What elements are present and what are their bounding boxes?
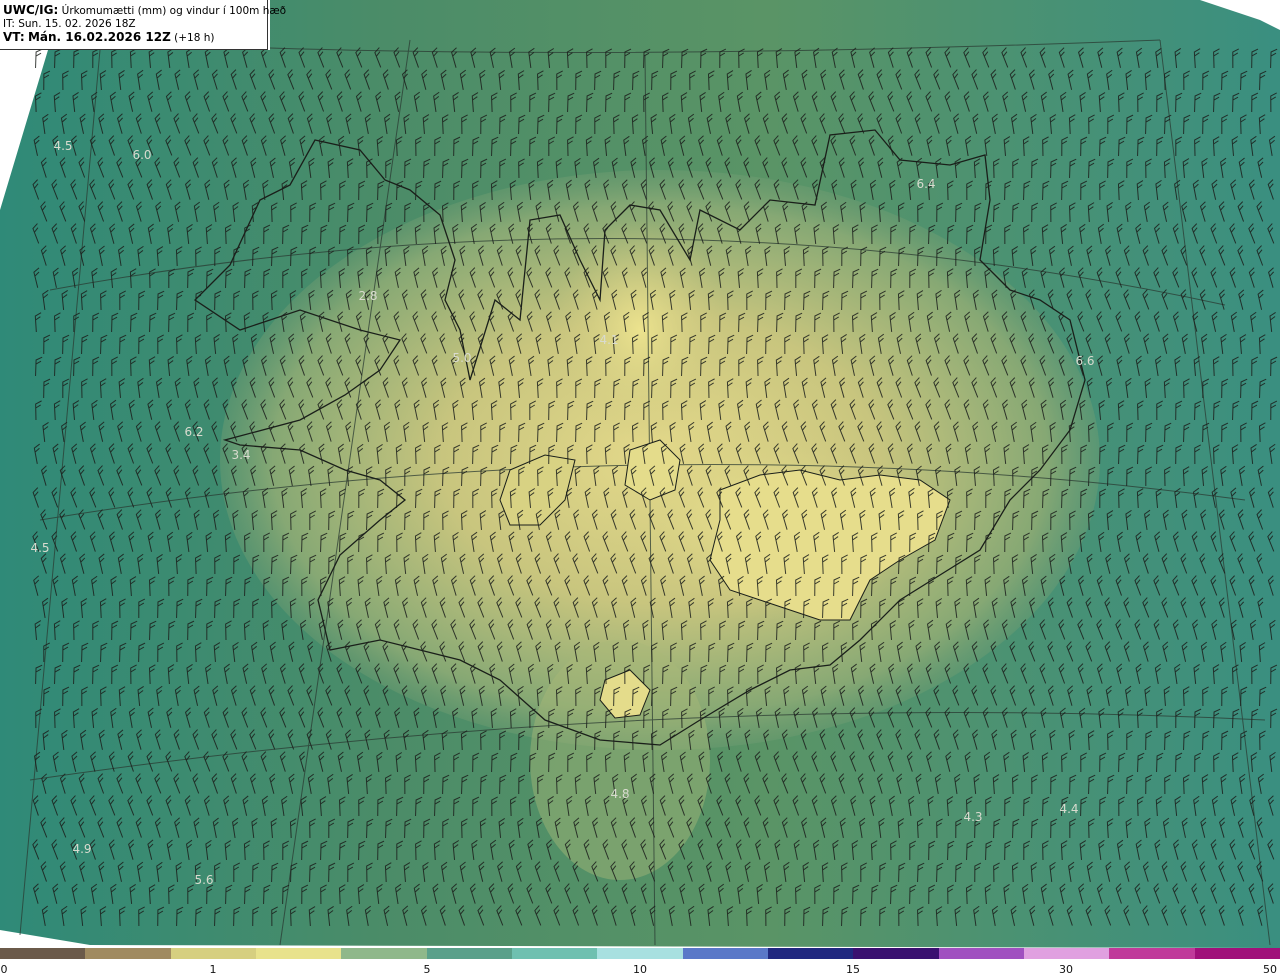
value-label: 6.2 [184, 425, 204, 439]
colorbar [0, 948, 1280, 959]
value-label: 4.9 [72, 842, 92, 856]
value-label: 4.3 [963, 810, 983, 824]
map-area[interactable]: UWC/IG: Úrkomumætti (mm) og vindur í 100… [0, 0, 1280, 948]
value-label: 6.0 [132, 148, 152, 162]
colorbar-ticks: 0 1 5 10 15 30 50 [0, 960, 1280, 978]
colorbar-segment [255, 948, 342, 959]
value-label: 3.4 [231, 448, 251, 462]
value-label: 4.8 [610, 787, 630, 801]
colorbar-tick: 30 [1059, 963, 1073, 976]
colorbar-segment [853, 948, 939, 959]
colorbar-tick: 5 [423, 963, 431, 976]
colorbar-segment [170, 948, 256, 959]
colorbar-segment [1023, 948, 1110, 959]
vt-prefix: VT: [3, 30, 25, 44]
colorbar-segment [85, 948, 171, 959]
colorbar-tick: 15 [846, 963, 860, 976]
value-label: 4.1 [599, 333, 619, 347]
value-label: 5.0 [452, 351, 472, 365]
colorbar-segment [341, 948, 427, 959]
colorbar-segment [938, 948, 1024, 959]
colorbar-segment [597, 948, 683, 959]
colorbar-tick: 10 [633, 963, 647, 976]
valid-time: Mán. 16.02.2026 12Z [27, 30, 171, 44]
value-label: 4.4 [1059, 802, 1079, 816]
map-canvas [0, 0, 1280, 948]
colorbar-segment [767, 948, 854, 959]
colorbar-tick: 1 [209, 963, 217, 976]
colorbar-segment [1194, 948, 1280, 959]
colorbar-segment [426, 948, 512, 959]
title-box: UWC/IG: Úrkomumætti (mm) og vindur í 100… [0, 0, 286, 50]
colorbar-segment [1109, 948, 1195, 959]
value-label: 6.4 [916, 177, 936, 191]
colorbar-segment [511, 948, 598, 959]
value-label: 5.6 [194, 873, 214, 887]
value-label: 4.5 [30, 541, 50, 555]
value-label: 6.6 [1075, 354, 1095, 368]
forecast-offset: (+18 h) [174, 32, 215, 44]
colorbar-segment [0, 948, 86, 959]
valid-time-line: VT: Mán. 16.02.2026 12Z (+18 h) [3, 31, 267, 45]
field-title: Úrkomumætti (mm) og vindur í 100m hæð [61, 5, 287, 17]
colorbar-tick: 0 [0, 963, 8, 976]
model-name: UWC/IG: [3, 3, 59, 17]
value-label: 4.5 [53, 139, 73, 153]
title-line: UWC/IG: Úrkomumætti (mm) og vindur í 100… [3, 3, 286, 18]
colorbar-tick: 50 [1263, 963, 1277, 976]
wind-barb [35, 48, 43, 69]
colorbar-segment [682, 948, 768, 959]
value-label: 2.8 [358, 289, 378, 303]
